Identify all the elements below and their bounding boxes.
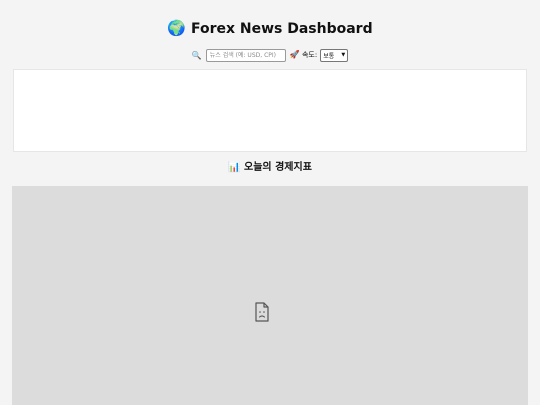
rocket-icon: 🚀 (289, 50, 300, 59)
page-title-text: Forex News Dashboard (190, 21, 373, 37)
bar-chart-icon: 📊 (228, 162, 241, 173)
page-title: 🌍 Forex News Dashboard (0, 18, 540, 39)
speed-label-text: 속도: (301, 51, 318, 59)
speed-label: 🚀 속도: (290, 50, 317, 60)
economic-calendar-embed[interactable] (12, 186, 528, 405)
speed-select[interactable]: 보통 ▼ (320, 48, 349, 62)
news-search-input[interactable] (205, 48, 286, 62)
news-feed-panel (13, 69, 527, 152)
dashboard-page: 🌍 Forex News Dashboard 🔍 🚀 속도: 보통 ▼ 📊 오늘… (0, 0, 540, 405)
speed-select-value: 보통 (323, 52, 335, 60)
chevron-down-icon: ▼ (341, 52, 346, 58)
globe-icon: 🌍 (167, 19, 187, 37)
search-icon: 🔍 (191, 50, 202, 60)
indicators-title-text: 오늘의 경제지표 (244, 162, 312, 173)
sad-page-icon (255, 302, 269, 322)
indicators-title: 📊 오늘의 경제지표 (0, 160, 540, 176)
controls-bar: 🔍 🚀 속도: 보통 ▼ (0, 47, 540, 63)
